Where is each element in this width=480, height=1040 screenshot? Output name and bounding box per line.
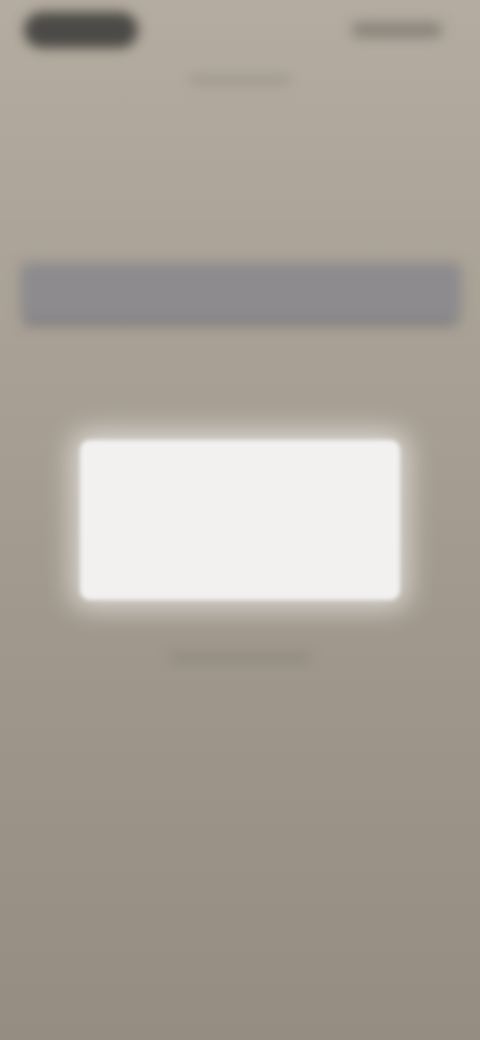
status-bar-indicators — [352, 22, 442, 38]
field-underline — [24, 320, 456, 326]
app-screen — [0, 0, 480, 1040]
text-input-field[interactable] — [20, 262, 462, 324]
loading-modal — [80, 440, 400, 600]
background-footer-text — [170, 654, 310, 662]
status-bar-time-pill — [24, 12, 138, 48]
header-title — [190, 76, 290, 84]
